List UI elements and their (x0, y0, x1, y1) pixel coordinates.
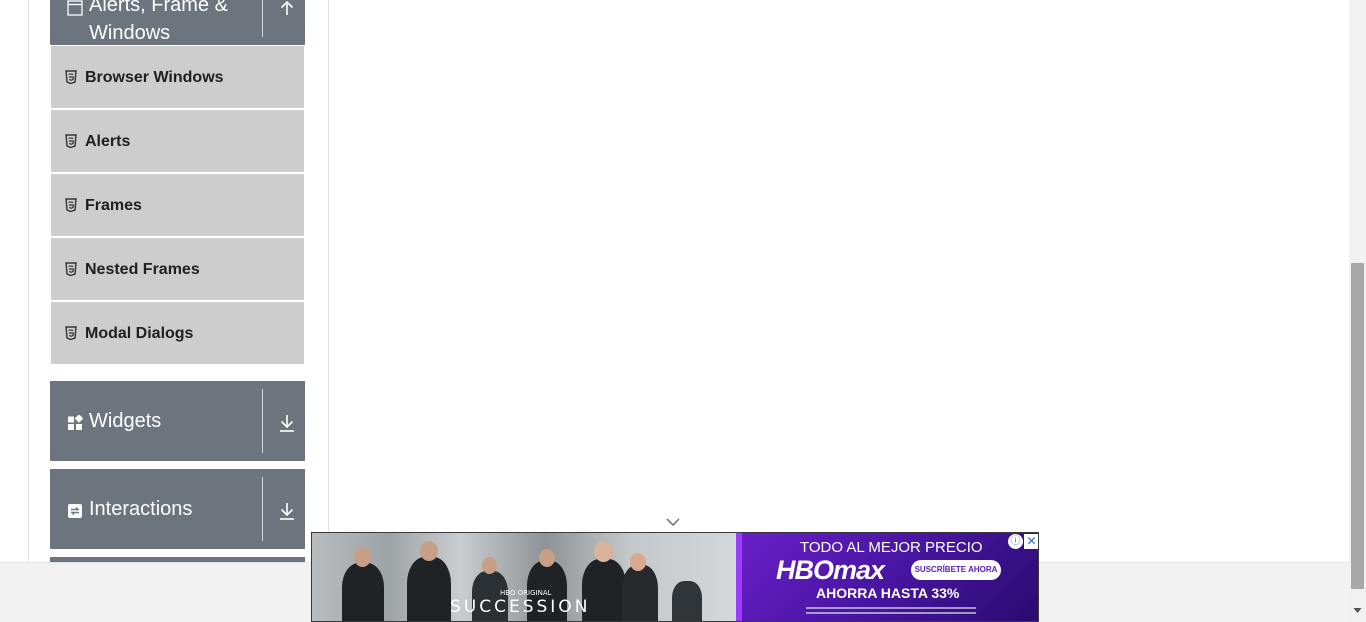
sidebar-right-border (328, 0, 329, 562)
menu-item-label: Browser Windows (85, 69, 224, 86)
menu-item-label: Nested Frames (85, 261, 200, 278)
ad-figure (342, 563, 384, 621)
menu-item-label: Alerts (85, 133, 131, 150)
menu-item-label: Modal Dialogs (85, 325, 194, 342)
group-header-interactions[interactable]: Interactions (50, 469, 305, 549)
menu-item-alerts[interactable]: Alerts (51, 110, 304, 172)
ad-figure-face (594, 541, 613, 562)
page-scrollbar[interactable] (1349, 0, 1366, 622)
html5-icon (65, 326, 77, 340)
ad-headline: TODO AL MEJOR PRECIO (800, 539, 983, 556)
sidebar-left-border (28, 0, 29, 562)
menu-item-nested-frames[interactable]: Nested Frames (51, 238, 304, 300)
group-title: Interactions (89, 498, 193, 520)
page: Alerts, Frame & Windows Browser Windows … (0, 0, 1366, 622)
expand-down-icon[interactable] (278, 501, 296, 521)
ad-fine-print (806, 607, 976, 617)
advertisement-banner[interactable]: HBO ORIGINAL SUCCESSION TODO AL MEJOR PR… (311, 532, 1039, 622)
ad-promo-panel: TODO AL MEJOR PRECIO HBOmax SUSCRÍBETE A… (736, 533, 1038, 621)
ad-show-title: SUCCESSION (450, 597, 591, 617)
html5-icon (65, 134, 77, 148)
group-separator (262, 477, 263, 541)
html5-icon (65, 262, 77, 276)
close-icon[interactable]: ✕ (1024, 534, 1038, 549)
ad-figure-face (420, 541, 438, 561)
group-separator (262, 389, 263, 453)
scrollbar-thumb[interactable] (1351, 263, 1364, 589)
menu-item-browser-windows[interactable]: Browser Windows (51, 46, 304, 108)
menu-item-label: Frames (85, 197, 142, 214)
menu-item-modal-dialogs[interactable]: Modal Dialogs (51, 302, 304, 364)
group-title: Widgets (89, 410, 162, 432)
widgets-icon (68, 415, 83, 430)
ad-photo: HBO ORIGINAL SUCCESSION (312, 533, 736, 621)
group-title-line2: Windows (89, 22, 171, 44)
window-icon (67, 0, 83, 16)
group-title-line1: Alerts, Frame & (89, 0, 228, 16)
html5-icon (65, 70, 77, 84)
ad-stripe (736, 533, 742, 621)
group-header-widgets[interactable]: Widgets (50, 381, 305, 461)
html5-icon (65, 198, 77, 212)
ad-savings: AHORRA HASTA 33% (816, 585, 960, 601)
ad-figure (622, 565, 658, 621)
scroll-down-arrow-icon[interactable] (1353, 606, 1362, 615)
expand-down-icon[interactable] (278, 413, 296, 433)
ad-figure-face (539, 549, 555, 567)
ad-figure-face (482, 557, 497, 574)
ad-figure-face (354, 547, 371, 567)
collapse-up-icon[interactable] (278, 0, 296, 16)
ad-logo: HBOmax (776, 555, 885, 585)
group-separator (262, 0, 263, 37)
ad-figure (407, 557, 451, 621)
ad-figure (672, 581, 702, 621)
ad-subscribe-button[interactable]: SUSCRÍBETE AHORA (911, 560, 1001, 580)
ad-figure-face (630, 553, 646, 571)
info-icon[interactable]: ⓘ (1008, 534, 1023, 549)
menu-item-frames[interactable]: Frames (51, 174, 304, 236)
group-header-alerts-frame-windows[interactable]: Alerts, Frame & Windows (50, 0, 305, 45)
chevron-down-icon[interactable] (665, 516, 681, 528)
interactions-icon (68, 504, 82, 518)
ad-hbo-original: HBO ORIGINAL (500, 589, 552, 597)
